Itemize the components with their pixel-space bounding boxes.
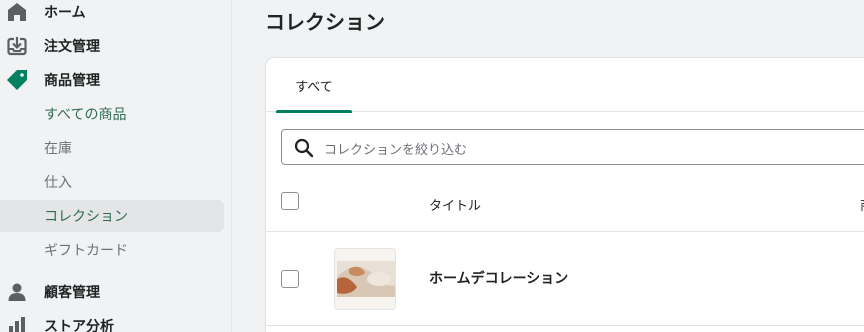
table-row[interactable]: ホームデコレーション xyxy=(266,232,864,326)
sidebar-subitem-all-products[interactable]: すべての商品 xyxy=(0,98,224,130)
sidebar-item-label: ホーム xyxy=(44,5,86,21)
sidebar-subitem-label: すべての商品 xyxy=(44,107,127,123)
sidebar-item-customers[interactable]: 顧客管理 xyxy=(0,276,224,308)
column-header-title[interactable]: タイトル xyxy=(429,195,481,214)
search-input[interactable]: コレクションを絞り込む xyxy=(281,129,864,165)
table-header: タイトル 商 xyxy=(266,178,864,232)
sidebar-item-label: ストア分析 xyxy=(44,319,114,332)
collection-title[interactable]: ホームデコレーション xyxy=(429,268,568,288)
tab-all[interactable]: すべて xyxy=(276,58,352,113)
tab-active-indicator xyxy=(276,110,352,113)
analytics-icon xyxy=(6,315,28,332)
search-icon xyxy=(294,138,314,158)
sidebar-subitem-collections[interactable]: コレクション xyxy=(0,200,224,232)
tab-label: すべて xyxy=(295,79,333,95)
page-title: コレクション xyxy=(265,10,385,34)
sidebar-item-label: 商品管理 xyxy=(44,73,100,89)
collections-card: すべて コレクションを絞り込む タイトル 商 xyxy=(266,58,864,332)
sidebar-item-orders[interactable]: 注文管理 xyxy=(0,30,224,62)
inbox-download-icon xyxy=(6,35,28,57)
select-all-checkbox[interactable] xyxy=(281,192,299,210)
home-icon xyxy=(6,1,28,23)
tag-icon xyxy=(6,69,28,91)
sidebar-item-label: 顧客管理 xyxy=(44,285,100,301)
collection-thumbnail-image xyxy=(334,248,396,310)
row-checkbox[interactable] xyxy=(281,270,299,288)
search-placeholder: コレクションを絞り込む xyxy=(324,143,468,158)
tab-bar: すべて xyxy=(266,58,864,113)
sidebar-subitem-label: コレクション xyxy=(44,209,128,225)
sidebar-subitem-label: ギフトカード xyxy=(44,243,128,259)
sidebar-subitem-label: 在庫 xyxy=(44,141,72,157)
sidebar-subitem-gift-cards[interactable]: ギフトカード xyxy=(0,234,224,266)
column-header-truncated[interactable]: 商 xyxy=(860,195,864,214)
person-icon xyxy=(6,281,28,303)
sidebar-item-label: 注文管理 xyxy=(44,39,100,55)
sidebar: ホーム 注文管理 商品管理 すべての商品 在庫 仕入 コレクション ギフトカード… xyxy=(0,0,232,332)
sidebar-item-analytics[interactable]: ストア分析 xyxy=(0,310,224,332)
sidebar-subitem-label: 仕入 xyxy=(44,175,72,191)
sidebar-subitem-inventory[interactable]: 在庫 xyxy=(0,132,224,164)
sidebar-subitem-purchasing[interactable]: 仕入 xyxy=(0,166,224,198)
sidebar-item-products[interactable]: 商品管理 xyxy=(0,64,224,96)
sidebar-item-home[interactable]: ホーム xyxy=(0,0,224,28)
